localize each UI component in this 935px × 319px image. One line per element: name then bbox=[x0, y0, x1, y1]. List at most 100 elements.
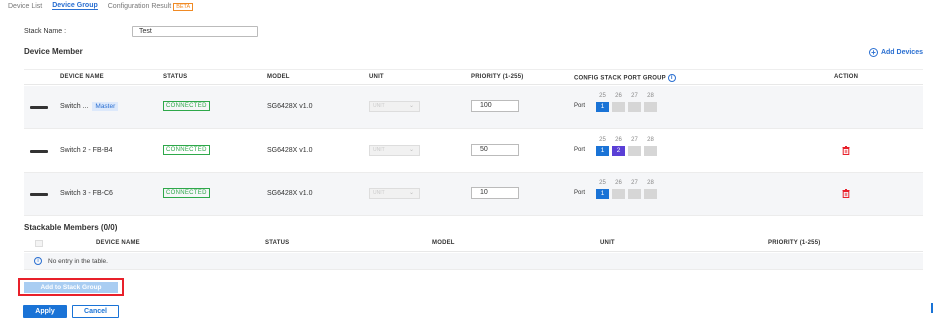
info-icon[interactable]: i bbox=[667, 74, 676, 82]
port-27-toggle[interactable] bbox=[628, 189, 641, 199]
port-group-selector: 1 bbox=[596, 189, 657, 199]
delete-icon[interactable] bbox=[842, 146, 850, 155]
unit-select-value: UNIT bbox=[373, 103, 385, 109]
port-number: 27 bbox=[631, 137, 638, 143]
port-number: 28 bbox=[647, 93, 654, 99]
table-row: Switch 2 - FB-B4 CONNECTED SG6428X v1.0 … bbox=[24, 130, 923, 173]
priority-input[interactable]: 50 bbox=[471, 144, 519, 156]
col-unit: UNIT bbox=[600, 240, 615, 246]
col-config-stack-port-group: CONFIG STACK PORT GROUP i bbox=[574, 74, 676, 82]
model-cell: SG6428X v1.0 bbox=[267, 147, 313, 154]
status-badge: CONNECTED bbox=[163, 145, 210, 155]
col-priority: PRIORITY (1-255) bbox=[471, 74, 524, 80]
stack-name-input[interactable]: Test bbox=[132, 26, 258, 37]
port-25-toggle[interactable]: 1 bbox=[596, 102, 609, 112]
chevron-down-icon: ⌄ bbox=[408, 190, 414, 196]
port-number: 26 bbox=[615, 137, 622, 143]
table-row: Switch ... Master CONNECTED SG6428X v1.0 … bbox=[24, 86, 923, 129]
chevron-down-icon: ⌄ bbox=[408, 147, 414, 153]
device-name-cell: Switch ... Master bbox=[60, 102, 119, 111]
port-27-toggle[interactable] bbox=[628, 102, 641, 112]
port-numbers: 25 26 27 28 bbox=[596, 180, 657, 186]
select-all-checkbox[interactable] bbox=[35, 240, 43, 247]
port-number: 25 bbox=[599, 180, 606, 186]
port-26-toggle[interactable] bbox=[612, 189, 625, 199]
port-number: 25 bbox=[599, 137, 606, 143]
priority-input[interactable]: 10 bbox=[471, 187, 519, 199]
stackable-members-title: Stackable Members (0/0) bbox=[24, 223, 118, 232]
port-number: 25 bbox=[599, 93, 606, 99]
add-to-stack-group-button[interactable]: Add to Stack Group bbox=[24, 282, 118, 293]
unit-select[interactable]: UNIT ⌄ bbox=[369, 145, 420, 156]
apply-button[interactable]: Apply bbox=[23, 305, 67, 318]
device-member-title: Device Member bbox=[24, 47, 83, 56]
port-28-toggle[interactable] bbox=[644, 189, 657, 199]
plus-circle-icon: + bbox=[868, 48, 878, 57]
empty-table-message: i No entry in the table. bbox=[24, 253, 923, 270]
tab-bar: Device List Device Group Configuration R… bbox=[8, 0, 194, 12]
port-number: 27 bbox=[631, 180, 638, 186]
tab-device-list[interactable]: Device List bbox=[8, 3, 42, 10]
port-label: Port bbox=[574, 103, 586, 109]
port-group-selector: 1 2 bbox=[596, 146, 657, 156]
unit-select[interactable]: UNIT ⌄ bbox=[369, 101, 420, 112]
scroll-indicator[interactable] bbox=[931, 303, 933, 313]
unit-select-value: UNIT bbox=[373, 190, 385, 196]
col-priority: PRIORITY (1-255) bbox=[768, 240, 821, 246]
status-badge: CONNECTED bbox=[163, 101, 210, 111]
stack-name-label: Stack Name : bbox=[24, 28, 67, 35]
port-26-toggle[interactable] bbox=[612, 102, 625, 112]
port-27-toggle[interactable] bbox=[628, 146, 641, 156]
port-label: Port bbox=[574, 190, 586, 196]
switch-device-icon bbox=[30, 193, 48, 196]
device-name: Switch 2 - FB-B4 bbox=[60, 147, 113, 154]
add-devices-button[interactable]: + Add Devices bbox=[868, 48, 923, 57]
unit-select-value: UNIT bbox=[373, 147, 385, 153]
beta-badge: BETA bbox=[173, 2, 194, 11]
port-25-toggle[interactable]: 1 bbox=[596, 189, 609, 199]
table-row: Switch 3 - FB-C6 CONNECTED SG6428X v1.0 … bbox=[24, 173, 923, 216]
priority-input[interactable]: 100 bbox=[471, 100, 519, 112]
port-number: 28 bbox=[647, 137, 654, 143]
device-name: Switch 3 - FB-C6 bbox=[60, 190, 113, 197]
port-numbers: 25 26 27 28 bbox=[596, 93, 657, 99]
master-badge: Master bbox=[92, 102, 119, 111]
port-number: 26 bbox=[615, 93, 622, 99]
chevron-down-icon: ⌄ bbox=[408, 103, 414, 109]
col-device-name: DEVICE NAME bbox=[60, 74, 104, 80]
tab-configuration-result-label: Configuration Result bbox=[107, 2, 172, 10]
col-action: ACTION bbox=[834, 74, 859, 80]
port-26-toggle[interactable]: 2 bbox=[612, 146, 625, 156]
col-status: STATUS bbox=[163, 74, 188, 80]
port-numbers: 25 26 27 28 bbox=[596, 137, 657, 143]
cancel-button[interactable]: Cancel bbox=[72, 305, 119, 318]
col-model: MODEL bbox=[267, 74, 290, 80]
port-28-toggle[interactable] bbox=[644, 146, 657, 156]
switch-device-icon bbox=[30, 106, 48, 109]
col-unit: UNIT bbox=[369, 74, 384, 80]
device-member-header: DEVICE NAME STATUS MODEL UNIT PRIORITY (… bbox=[24, 69, 923, 85]
add-devices-label: Add Devices bbox=[880, 49, 923, 56]
port-25-toggle[interactable]: 1 bbox=[596, 146, 609, 156]
switch-device-icon bbox=[30, 150, 48, 153]
port-number: 27 bbox=[631, 93, 638, 99]
delete-icon[interactable] bbox=[842, 189, 850, 198]
tab-device-group[interactable]: Device Group bbox=[52, 2, 98, 10]
port-number: 26 bbox=[615, 180, 622, 186]
empty-text: No entry in the table. bbox=[48, 258, 108, 265]
port-label: Port bbox=[574, 147, 586, 153]
col-model: MODEL bbox=[432, 240, 455, 246]
port-28-toggle[interactable] bbox=[644, 102, 657, 112]
col-config-stack-port-group-label: CONFIG STACK PORT GROUP bbox=[574, 75, 666, 82]
stackable-members-header: DEVICE NAME STATUS MODEL UNIT PRIORITY (… bbox=[24, 236, 923, 252]
tab-configuration-result[interactable]: Configuration Result BETA bbox=[107, 2, 194, 11]
port-number: 28 bbox=[647, 180, 654, 186]
info-icon: i bbox=[34, 257, 42, 265]
status-badge: CONNECTED bbox=[163, 188, 210, 198]
col-device-name: DEVICE NAME bbox=[96, 240, 140, 246]
model-cell: SG6428X v1.0 bbox=[267, 190, 313, 197]
device-name: Switch ... bbox=[60, 103, 89, 110]
unit-select[interactable]: UNIT ⌄ bbox=[369, 188, 420, 199]
model-cell: SG6428X v1.0 bbox=[267, 103, 313, 110]
port-group-selector: 1 bbox=[596, 102, 657, 112]
